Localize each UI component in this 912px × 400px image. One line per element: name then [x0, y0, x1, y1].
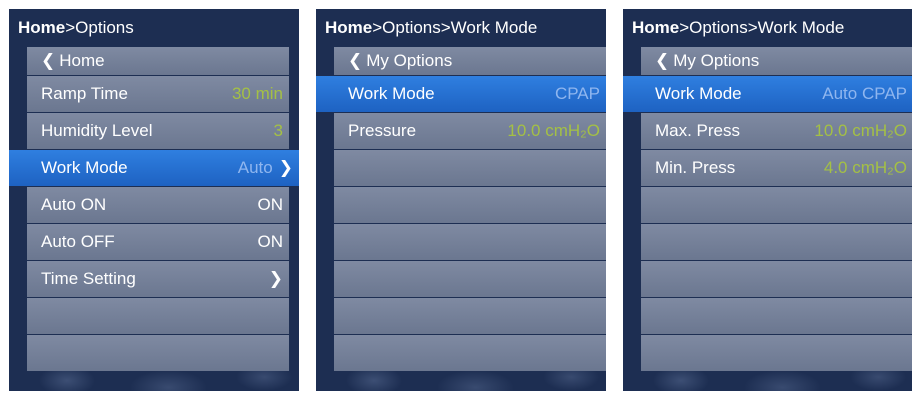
empty-row [641, 298, 912, 334]
menu-item-work-mode[interactable]: Work Mode Auto CPAP [623, 76, 912, 112]
empty-row [334, 150, 606, 186]
menu-item-label: Auto ON [41, 195, 107, 214]
menu-item-value: Auto CPAP [822, 84, 907, 103]
menu-item-label: Auto OFF [41, 232, 115, 251]
empty-row [641, 335, 912, 371]
empty-row [334, 298, 606, 334]
breadcrumb-home[interactable]: Home [325, 18, 372, 37]
chevron-right-icon: ❯ [278, 158, 293, 177]
empty-row [334, 335, 606, 371]
empty-row [334, 187, 606, 223]
menu-item-label: Min. Press [655, 158, 736, 177]
menu-item-value: 10.0 cmH₂O [814, 121, 907, 140]
menu-item-ramp-time[interactable]: Ramp Time 30 min [27, 76, 289, 112]
menu-item-pressure[interactable]: Pressure 10.0 cmH₂O [334, 113, 606, 149]
breadcrumb: Home>Options>Work Mode [623, 9, 912, 47]
menu-item-value-group: Auto ❯ [238, 150, 293, 186]
menu-item-auto-off[interactable]: Auto OFF ON [27, 224, 289, 260]
menu-item-auto-on[interactable]: Auto ON ON [27, 187, 289, 223]
back-label: ❮ My Options [655, 47, 759, 75]
breadcrumb: Home>Options>Work Mode [316, 9, 606, 47]
breadcrumb-path: >Options>Work Mode [372, 18, 538, 37]
empty-row [334, 261, 606, 297]
menu-item-value: 4.0 cmH₂O [823, 158, 907, 177]
breadcrumb-home[interactable]: Home [18, 18, 65, 37]
options-menu: ❮ Home Ramp Time 30 min Humidity Level 3 … [9, 47, 299, 372]
menu-item-label: Pressure [348, 121, 417, 140]
menu-item-label: Max. Press [655, 121, 741, 140]
back-text: My Options [673, 51, 760, 70]
menu-item-value: 10.0 cmH₂O [507, 121, 600, 140]
menu-item-label: Work Mode [655, 84, 742, 103]
work-mode-menu: ❮ My Options Work Mode Auto CPAP Max. Pre… [623, 47, 912, 372]
work-mode-menu: ❮ My Options Work Mode CPAP Pressure 10.0… [316, 47, 606, 372]
menu-item-label: Work Mode [41, 158, 128, 177]
menu-item-min-press[interactable]: Min. Press 4.0 cmH₂O [641, 150, 912, 186]
menu-item-value: 3 [273, 121, 283, 140]
back-label: ❮ My Options [348, 47, 452, 75]
empty-row [27, 298, 289, 334]
chevron-left-icon: ❮ [348, 51, 363, 70]
menu-item-label: Ramp Time [41, 84, 128, 103]
menu-item-max-press[interactable]: Max. Press 10.0 cmH₂O [641, 113, 912, 149]
back-text: Home [59, 51, 105, 70]
menu-item-value: CPAP [554, 84, 600, 103]
menu-item-work-mode[interactable]: Work Mode CPAP [316, 76, 606, 112]
back-label: ❮ Home [41, 47, 105, 75]
menu-item-label: Work Mode [348, 84, 435, 103]
menu-item-value: ON [257, 195, 284, 214]
work-mode-cpap-screen: Home>Options>Work Mode ❮ My Options Work … [316, 9, 606, 391]
menu-item-value: 30 min [231, 84, 283, 103]
chevron-left-icon: ❮ [41, 51, 56, 70]
menu-item-time-setting[interactable]: Time Setting ❯ [27, 261, 289, 297]
menu-item-label: Time Setting [41, 269, 136, 288]
back-button[interactable]: ❮ My Options [334, 47, 606, 75]
empty-row [641, 187, 912, 223]
breadcrumb-path: >Options [65, 18, 134, 37]
options-screen: Home>Options ❮ Home Ramp Time 30 min Humi… [9, 9, 299, 391]
empty-row [641, 261, 912, 297]
menu-item-value: Auto [237, 158, 273, 177]
chevron-left-icon: ❮ [655, 51, 670, 70]
back-text: My Options [366, 51, 453, 70]
breadcrumb-home[interactable]: Home [632, 18, 679, 37]
menu-item-work-mode[interactable]: Work Mode Auto ❯ [9, 150, 299, 186]
empty-row [334, 224, 606, 260]
back-button[interactable]: ❮ Home [27, 47, 289, 75]
work-mode-auto-cpap-screen: Home>Options>Work Mode ❮ My Options Work … [623, 9, 912, 391]
menu-item-value: ON [257, 232, 284, 251]
back-button[interactable]: ❮ My Options [641, 47, 912, 75]
chevron-right-icon: ❯ [268, 269, 283, 288]
empty-row [641, 224, 912, 260]
breadcrumb-path: >Options>Work Mode [679, 18, 845, 37]
menu-item-value-group: ❯ [263, 261, 283, 297]
empty-row [27, 335, 289, 371]
menu-item-humidity-level[interactable]: Humidity Level 3 [27, 113, 289, 149]
menu-item-label: Humidity Level [41, 121, 153, 140]
breadcrumb: Home>Options [9, 9, 299, 47]
